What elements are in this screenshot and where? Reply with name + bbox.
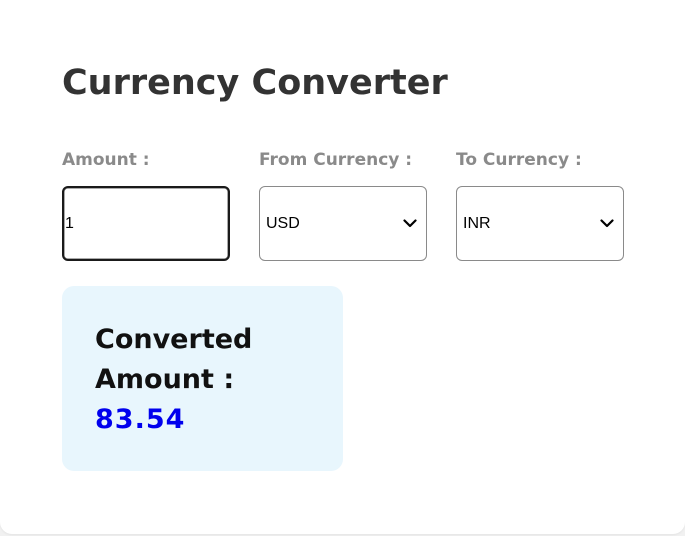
to-currency-field-group: To Currency : INR bbox=[456, 150, 624, 261]
from-currency-value: USD bbox=[266, 214, 300, 232]
converter-card: Currency Converter Amount : From Currenc… bbox=[0, 0, 685, 534]
converted-amount-label: Converted Amount : bbox=[95, 324, 253, 395]
from-currency-label: From Currency : bbox=[259, 150, 413, 170]
result-panel: Converted Amount : 83.54 bbox=[62, 286, 343, 471]
chevron-down-icon bbox=[398, 212, 422, 236]
amount-label: Amount : bbox=[62, 150, 150, 170]
page-title: Currency Converter bbox=[62, 63, 448, 103]
to-currency-value: INR bbox=[463, 214, 491, 232]
chevron-down-icon bbox=[595, 212, 619, 236]
from-currency-field-group: From Currency : USD bbox=[259, 150, 427, 261]
amount-input[interactable] bbox=[62, 186, 230, 261]
converted-amount-value: 83.54 bbox=[95, 404, 186, 435]
to-currency-select[interactable]: INR bbox=[456, 186, 624, 261]
from-currency-select[interactable]: USD bbox=[259, 186, 427, 261]
amount-field-group: Amount : bbox=[62, 150, 230, 261]
to-currency-label: To Currency : bbox=[456, 150, 582, 170]
